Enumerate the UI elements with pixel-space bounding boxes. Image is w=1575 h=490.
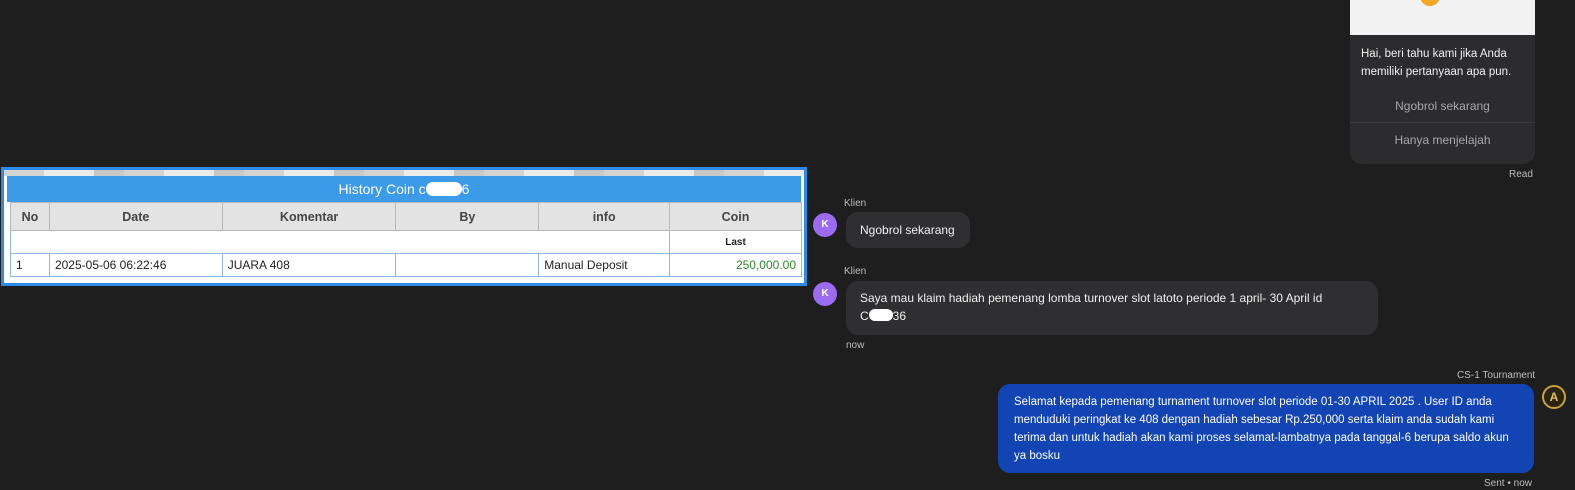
message-line-suffix: 36 — [892, 309, 907, 323]
column-header-coin: Coin — [669, 202, 802, 231]
message-bubble: Saya mau klaim hadiah pemenang lomba tur… — [846, 281, 1378, 335]
redaction-mark — [425, 182, 462, 196]
column-header-info: info — [538, 202, 671, 231]
message-time: now — [846, 340, 865, 351]
column-header-by: By — [395, 202, 540, 231]
message-sender: Klien — [844, 266, 867, 277]
cell-no: 1 — [10, 253, 50, 277]
left-pane: History Coin c 6 No Date Komentar By info… — [0, 0, 810, 490]
column-header-date: Date — [48, 202, 223, 231]
message-line: C 36 — [860, 307, 1364, 325]
column-header-komentar: Komentar — [221, 202, 397, 231]
message-sender: Klien — [844, 198, 867, 209]
client-avatar: K — [813, 282, 837, 306]
table-header-row: No Date Komentar By info Coin — [10, 202, 802, 231]
subheader-row: Last — [9, 230, 802, 254]
column-header-no: No — [10, 202, 50, 231]
cell-komentar: JUARA 408 — [221, 253, 397, 277]
history-coin-panel: History Coin c 6 No Date Komentar By info… — [1, 167, 807, 286]
welcome-card: Hai, beri tahu kami jika Anda memiliki p… — [1350, 0, 1535, 164]
subheader-last: Last — [669, 230, 802, 254]
message-line-prefix: C — [860, 309, 869, 323]
just-browse-button[interactable]: Hanya menjelajah — [1350, 123, 1535, 157]
cell-coin: 250,000.00 — [669, 253, 802, 277]
history-title-suffix: 6 — [461, 181, 470, 197]
client-avatar: K — [813, 213, 837, 237]
read-receipt: Read — [1509, 169, 1533, 180]
message-line: Saya mau klaim hadiah pemenang lomba tur… — [860, 291, 1323, 305]
history-title-prefix: History Coin c — [338, 181, 426, 197]
banner-avatar-icon — [1420, 0, 1440, 6]
welcome-banner — [1350, 0, 1535, 35]
agent-avatar: A — [1542, 385, 1566, 409]
cell-by — [395, 253, 540, 277]
table-row: 1 2025-05-06 06:22:46 JUARA 408 Manual D… — [10, 253, 802, 277]
history-title: History Coin c 6 — [7, 176, 801, 202]
chat-pane: Hai, beri tahu kami jika Anda memiliki p… — [810, 0, 1575, 490]
subheader-empty-cell — [9, 230, 671, 254]
cell-info: Manual Deposit — [538, 253, 671, 277]
message-bubble: Ngobrol sekarang — [846, 212, 970, 248]
history-table: No Date Komentar By info Coin Last 1 202… — [9, 202, 802, 277]
redaction-mark — [868, 309, 893, 321]
sent-status: Sent • now — [1484, 478, 1532, 489]
reply-bubble: Selamat kepada pemenang turnament turnov… — [998, 384, 1534, 473]
agent-name: CS-1 Tournament — [1457, 370, 1536, 381]
cell-date: 2025-05-06 06:22:46 — [48, 253, 223, 277]
welcome-message: Hai, beri tahu kami jika Anda memiliki p… — [1361, 48, 1512, 78]
chat-now-button[interactable]: Ngobrol sekarang — [1350, 89, 1535, 123]
